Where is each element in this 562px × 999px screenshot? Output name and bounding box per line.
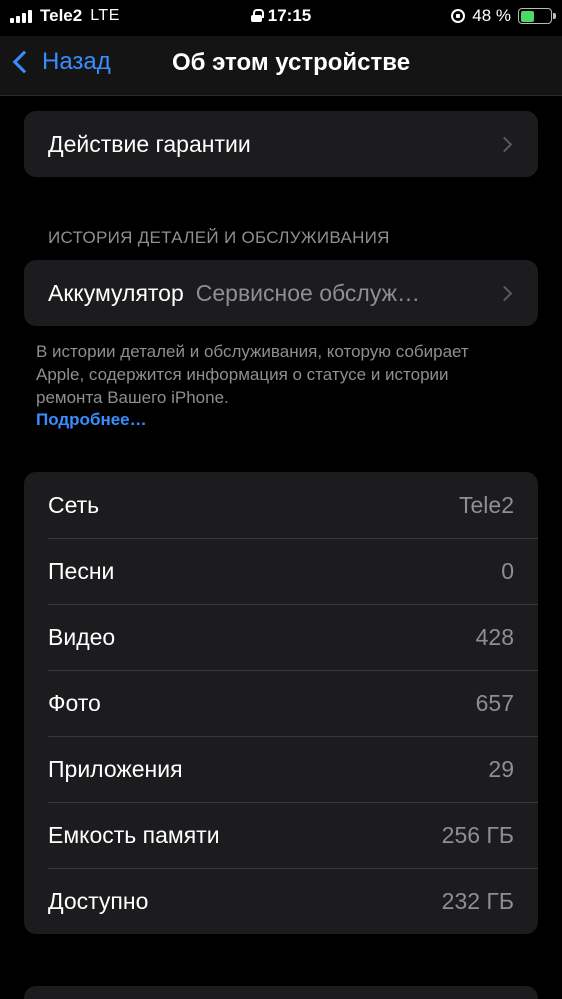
rotation-lock-icon: [451, 9, 466, 23]
info-value: 232 ГБ: [441, 887, 514, 914]
info-value: 29: [488, 755, 514, 782]
info-value: 657: [475, 689, 514, 716]
battery-value: Сервисное обслуж…: [195, 279, 420, 306]
history-group: Аккумулятор Сервисное обслуж…: [24, 260, 538, 326]
info-row-songs: Песни 0: [24, 538, 538, 604]
info-row-available: Доступно 232 ГБ: [24, 868, 538, 934]
info-row-capacity: Емкость памяти 256 ГБ: [24, 802, 538, 868]
warranty-label: Действие гарантии: [48, 130, 251, 157]
chevron-right-icon: [496, 136, 513, 152]
navigation-bar: Назад Об этом устройстве: [0, 36, 562, 96]
history-footer: В истории деталей и обслуживания, котору…: [36, 342, 469, 407]
info-label: Приложения: [48, 755, 183, 782]
chevron-right-icon: [496, 285, 513, 301]
info-value: 256 ГБ: [441, 821, 514, 848]
section-header-history: ИСТОРИЯ ДЕТАЛЕЙ И ОБСЛУЖИВАНИЯ: [48, 228, 390, 247]
orientation-lock-icon: [250, 9, 264, 22]
info-value: 0: [501, 557, 514, 584]
battery-label: Аккумулятор: [48, 279, 184, 306]
status-bar: Tele2 LTE 17:15 48 %: [0, 0, 562, 32]
learn-more-link[interactable]: Подробнее…: [36, 410, 147, 430]
device-info-group: Сеть Tele2 Песни 0 Видео 428 Фото 657 Пр…: [24, 472, 538, 934]
info-label: Видео: [48, 623, 116, 650]
info-row-videos: Видео 428: [24, 604, 538, 670]
battery-history-row[interactable]: Аккумулятор Сервисное обслуж…: [24, 260, 538, 326]
info-label: Емкость памяти: [48, 821, 220, 848]
info-value: 428: [475, 623, 514, 650]
page-title: Об этом устройстве: [171, 49, 411, 76]
info-label: Сеть: [48, 491, 100, 518]
info-row-photos: Фото 657: [24, 670, 538, 736]
info-label: Песни: [48, 557, 115, 584]
info-row-network: Сеть Tele2: [24, 472, 538, 538]
clock: 17:15: [267, 6, 312, 25]
info-label: Доступно: [48, 887, 149, 914]
status-right: 48 %: [451, 6, 556, 26]
battery-percent: 48 %: [472, 6, 511, 25]
info-value: Tele2: [459, 491, 514, 518]
warranty-row[interactable]: Действие гарантии: [24, 111, 538, 177]
battery-icon: [518, 8, 556, 24]
battery-tip: [553, 13, 556, 19]
next-group: [24, 986, 538, 999]
info-row-apps: Приложения 29: [24, 736, 538, 802]
warranty-group: Действие гарантии: [24, 111, 538, 177]
info-label: Фото: [48, 689, 101, 716]
battery-fill: [520, 10, 535, 22]
